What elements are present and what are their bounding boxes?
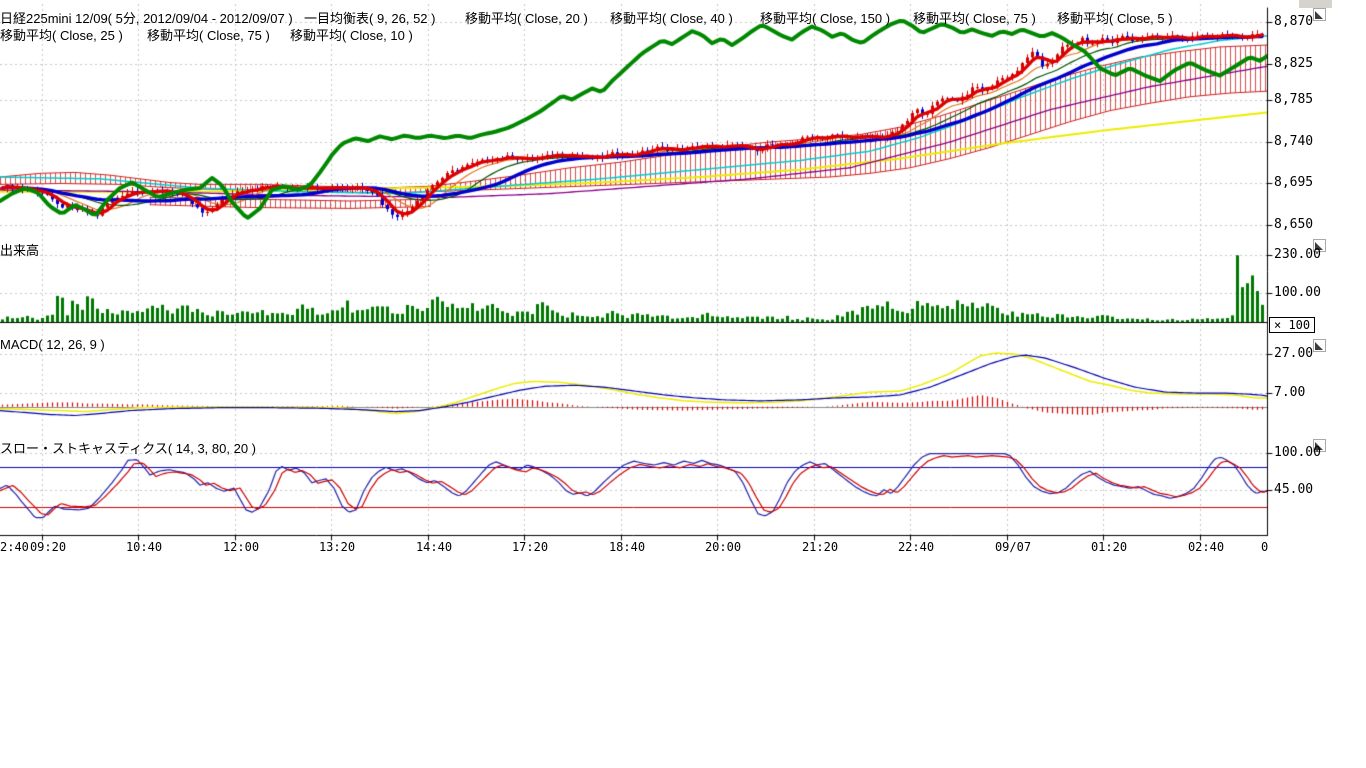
x-axis-label: 09/07 bbox=[995, 540, 1031, 554]
ma25-label: 移動平均( Close, 25 ) bbox=[0, 25, 123, 44]
price-pane-corner-button[interactable] bbox=[1313, 8, 1326, 21]
x-axis-label: 18:40 bbox=[609, 540, 645, 554]
corner-triangle-icon bbox=[1315, 342, 1323, 350]
ma20-label: 移動平均( Close, 20 ) bbox=[465, 8, 588, 27]
volume-ytick-label: 230.00 bbox=[1274, 247, 1321, 262]
price-ytick-label: 8,870 bbox=[1274, 14, 1313, 29]
x-axis-label: 13:20 bbox=[319, 540, 355, 554]
stoch-pane-label: スロー・ストキャスティクス( 14, 3, 80, 20 ) bbox=[0, 438, 256, 457]
x-axis-label: 17:20 bbox=[512, 540, 548, 554]
chart-window: 日経225mini 12/09( 5分, 2012/09/04 - 2012/0… bbox=[0, 0, 1366, 768]
x-axis-label: 12:00 bbox=[223, 540, 259, 554]
x-axis-label: 09:20 bbox=[30, 540, 66, 554]
ma150-label: 移動平均( Close, 150 ) bbox=[760, 8, 890, 27]
x-axis-label: 21:20 bbox=[802, 540, 838, 554]
stoch-ytick-label: 100.00 bbox=[1274, 445, 1321, 460]
price-ytick-label: 8,825 bbox=[1274, 56, 1313, 71]
macd-ytick-label: 27.00 bbox=[1274, 346, 1313, 361]
macd-pane-corner-button[interactable] bbox=[1313, 339, 1326, 352]
volume-ytick-label: 100.00 bbox=[1274, 285, 1321, 300]
price-ytick-label: 8,785 bbox=[1274, 92, 1313, 107]
volume-multiplier-badge: × 100 bbox=[1269, 317, 1315, 333]
x-axis-label: 22:40 bbox=[898, 540, 934, 554]
window-chrome-fragment bbox=[1299, 0, 1332, 8]
ma10-label: 移動平均( Close, 10 ) bbox=[290, 25, 413, 44]
x-axis-label: 14:40 bbox=[416, 540, 452, 554]
x-axis-label-partial: 2:40 bbox=[0, 540, 29, 554]
x-axis-label: 10:40 bbox=[126, 540, 162, 554]
x-axis-label: 20:00 bbox=[705, 540, 741, 554]
macd-ytick-label: 7.00 bbox=[1274, 385, 1305, 400]
ma5-label: 移動平均( Close, 5 ) bbox=[1057, 8, 1173, 27]
x-axis-label: 01:20 bbox=[1091, 540, 1127, 554]
volume-pane-label: 出来高 bbox=[0, 240, 39, 259]
stoch-ytick-label: 45.00 bbox=[1274, 482, 1313, 497]
x-axis-label: 02:40 bbox=[1188, 540, 1224, 554]
ma40-label: 移動平均( Close, 40 ) bbox=[610, 8, 733, 27]
ma75b-label: 移動平均( Close, 75 ) bbox=[147, 25, 270, 44]
ma75-label: 移動平均( Close, 75 ) bbox=[913, 8, 1036, 27]
price-ytick-label: 8,740 bbox=[1274, 134, 1313, 149]
price-ytick-label: 8,650 bbox=[1274, 217, 1313, 232]
chart-canvas bbox=[0, 0, 1366, 768]
price-ytick-label: 8,695 bbox=[1274, 175, 1313, 190]
macd-pane-label: MACD( 12, 26, 9 ) bbox=[0, 337, 105, 352]
corner-triangle-icon bbox=[1315, 11, 1323, 19]
x-axis-label-partial: 0 bbox=[1261, 540, 1268, 554]
